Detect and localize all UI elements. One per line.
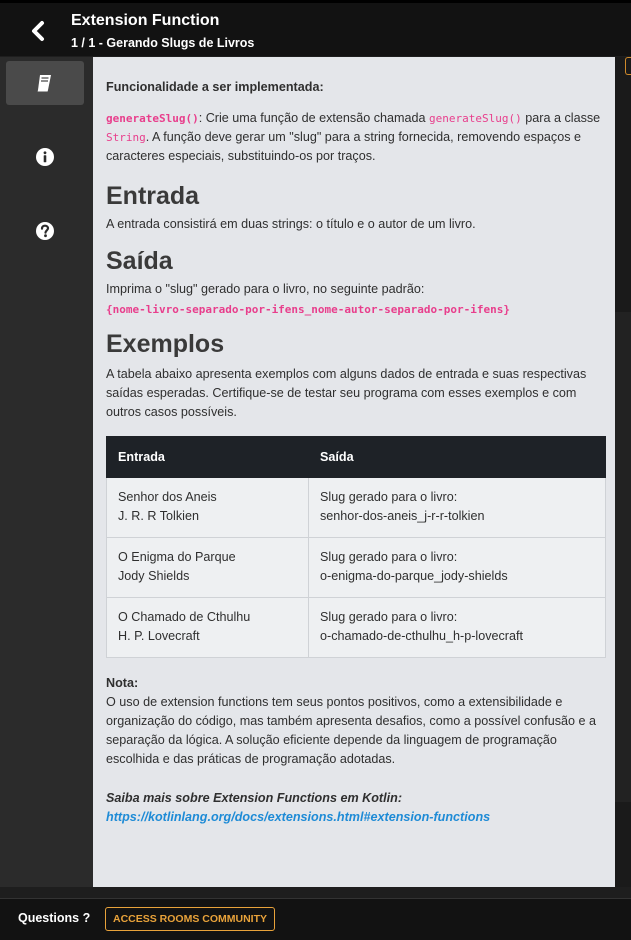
table-cell-output: Slug gerado para o livro: o-enigma-do-par… [308,537,606,598]
nota-text: O uso de extension functions tem seus po… [106,695,597,766]
footer-bar: Questions ? ACCESS ROOMS COMMUNITY [0,898,631,940]
sidebar-item-help[interactable] [6,209,84,253]
table-row: O Enigma do Parque Jody Shields Slug gera… [106,537,606,598]
table-cell-output: Slug gerado para o livro: senhor-dos-anei… [308,477,606,538]
exemplos-text: A tabela abaixo apresenta exemplos com a… [106,367,587,419]
examples-table: Entrada Saída Senhor dos Aneis J. R. R To… [106,436,606,658]
table-cell-output: Slug gerado para o livro: o-chamado-de-ct… [308,597,606,658]
table-row: O Chamado de Cthulhu H. P. Lovecraft Slug… [106,597,606,658]
book-icon [37,75,51,92]
page-subtitle: 1 / 1 - Gerando Slugs de Livros [71,36,255,50]
questions-label: Questions ? [18,911,91,925]
saida-pattern: {nome-livro-separado-por-ifens_nome-auto… [106,303,510,316]
scrollbar[interactable] [615,312,631,802]
sidebar-item-description[interactable] [6,61,84,105]
help-icon [36,222,54,240]
saida-text: Imprima o "slug" gerado para o livro, no… [106,282,425,296]
table-header-saida: Saída [308,436,606,478]
info-icon [36,148,54,166]
code-generate-slug: generateSlug() [106,112,199,125]
kotlin-docs-link[interactable]: https://kotlinlang.org/docs/extensions.h… [106,810,490,824]
nota-heading: Nota: [106,676,139,690]
table-cell-input: O Enigma do Parque Jody Shields [106,537,309,598]
sidebar-item-info[interactable] [6,135,84,179]
exemplos-heading: Exemplos [106,330,225,358]
table-cell-input: O Chamado de Cthulhu H. P. Lovecraft [106,597,309,658]
code-string: String [106,131,146,144]
sidebar [0,57,93,887]
top-bar: Extension Function 1 / 1 - Gerando Slugs… [0,0,631,56]
entrada-heading: Entrada [106,182,200,210]
intro-paragraph: generateSlug(): Crie uma função de exten… [106,111,601,163]
code-generate-slug: generateSlug() [429,112,522,125]
table-cell-input: Senhor dos Aneis J. R. R Tolkien [106,477,309,538]
table-row: Senhor dos Aneis J. R. R Tolkien Slug ger… [106,477,606,538]
page-title: Extension Function [71,12,220,29]
saida-heading: Saída [106,247,173,275]
functionality-heading: Funcionalidade a ser implementada: [106,80,324,94]
table-header-row: Entrada Saída [106,436,606,478]
right-panel-tab[interactable] [625,57,631,75]
entrada-text: A entrada consistirá em duas strings: o … [106,217,476,231]
table-header-entrada: Entrada [106,436,309,478]
learn-more-heading: Saiba mais sobre Extension Functions em … [106,791,403,805]
access-rooms-community-button[interactable]: ACCESS ROOMS COMMUNITY [105,907,276,931]
back-button[interactable] [22,15,54,47]
chevron-left-icon [32,21,44,41]
problem-description: Funcionalidade a ser implementada: gener… [93,57,615,887]
